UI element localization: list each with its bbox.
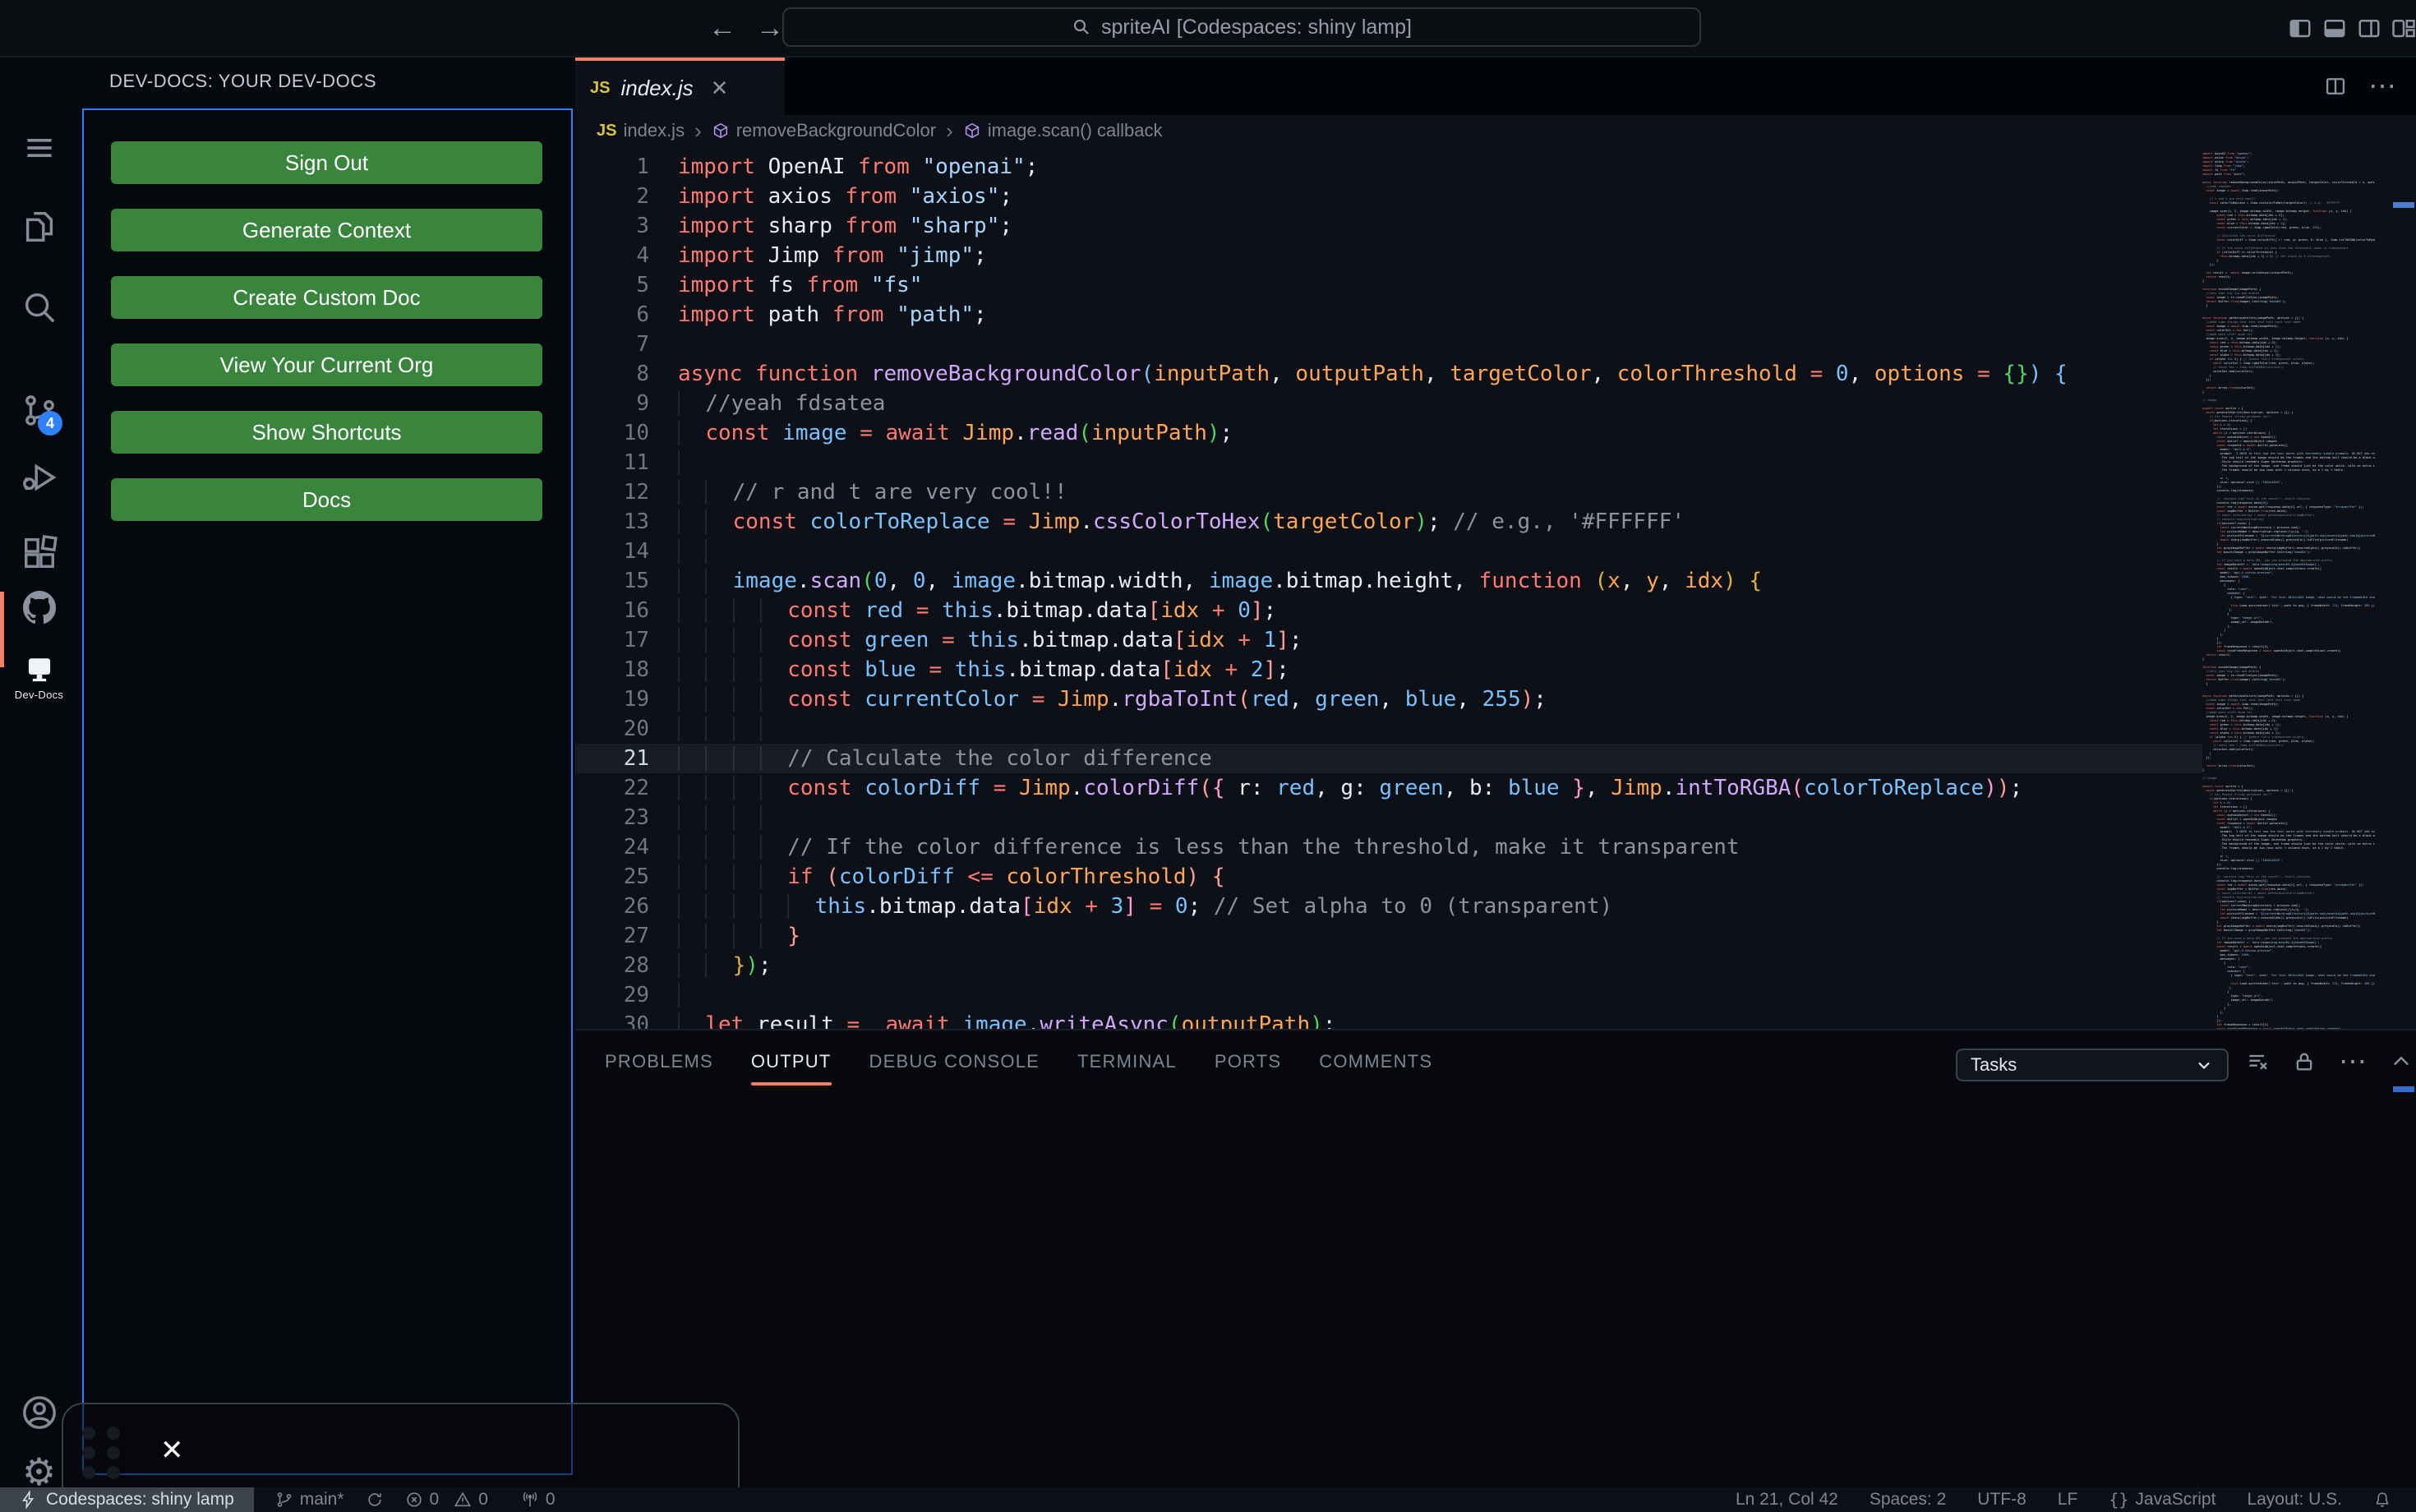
problems-status[interactable]: 0 0 <box>405 1490 488 1510</box>
braces-icon: {} <box>2109 1490 2129 1510</box>
toggle-sidebar-icon[interactable] <box>2288 16 2312 40</box>
github-icon[interactable] <box>0 588 78 627</box>
tab-output[interactable]: OUTPUT <box>750 1051 832 1086</box>
breadcrumb-symbol-function[interactable]: removeBackgroundColor <box>712 120 936 141</box>
sync-icon <box>367 1493 381 1506</box>
tab-problems[interactable]: PROBLEMS <box>605 1051 713 1072</box>
tab-debug-console[interactable]: DEBUG CONSOLE <box>869 1051 1040 1072</box>
status-bar: Codespaces: shiny lamp main* 0 0 0 Ln 21… <box>0 1487 2416 1512</box>
ports-status[interactable]: 0 <box>521 1490 556 1510</box>
generate-context-button[interactable]: Generate Context <box>111 209 542 251</box>
tab-ports[interactable]: PORTS <box>1215 1051 1281 1072</box>
split-editor-icon[interactable] <box>2324 75 2347 98</box>
close-icon[interactable]: ✕ <box>160 1434 184 1467</box>
activity-bar: 4 Dev-Docs ⚙ <box>0 58 78 1491</box>
toggle-secondary-sidebar-icon[interactable] <box>2357 16 2381 40</box>
command-center[interactable]: spriteAI [Codespaces: shiny lamp] <box>782 7 1701 47</box>
minimap[interactable]: import OpenAI from "openai"; import axios… <box>2202 146 2375 1029</box>
javascript-file-icon: JS <box>590 78 611 97</box>
toggle-panel-icon[interactable] <box>2322 16 2347 40</box>
breadcrumb-symbol-callback[interactable]: image.scan() callback <box>963 120 1163 141</box>
scm-badge: 4 <box>38 411 62 436</box>
search-sidebar-icon[interactable] <box>0 288 78 326</box>
bell-icon[interactable] <box>2373 1491 2391 1509</box>
bottom-panel: PROBLEMS OUTPUT DEBUG CONSOLE TERMINAL P… <box>575 1029 2416 1487</box>
panel-more-actions-icon[interactable]: ⋯ <box>2339 1048 2367 1076</box>
dev-docs-label: Dev-Docs <box>14 689 64 701</box>
branch-status[interactable]: main* <box>275 1490 344 1510</box>
title-bar: ← → spriteAI [Codespaces: shiny lamp] <box>0 0 2416 58</box>
indentation[interactable]: Spaces: 2 <box>1870 1490 1946 1510</box>
symbol-method-icon <box>963 122 981 140</box>
tab-index-js[interactable]: JS index.js ✕ <box>575 58 785 115</box>
cursor-position[interactable]: Ln 21, Col 42 <box>1736 1490 1838 1510</box>
lock-icon[interactable] <box>2293 1050 2316 1073</box>
remote-indicator[interactable]: Codespaces: shiny lamp <box>0 1487 254 1512</box>
tab-close-icon[interactable]: ✕ <box>711 76 729 101</box>
customize-layout-icon[interactable] <box>2391 16 2416 40</box>
chevron-down-icon <box>2198 1062 2210 1070</box>
keyboard-layout[interactable]: Layout: U.S. <box>2247 1490 2342 1510</box>
javascript-file-icon: JS <box>597 121 617 140</box>
language-mode[interactable]: {} JavaScript <box>2109 1490 2215 1510</box>
tab-label: index.js <box>620 75 694 100</box>
output-channel-select[interactable]: Tasks <box>1956 1049 2229 1081</box>
overview-ruler-cursor-mark <box>2393 202 2414 208</box>
breadcrumb: JS index.js › removeBackgroundColor › im… <box>575 115 2416 146</box>
code-lines[interactable]: 1 import OpenAI from "openai"; 2 import axi… <box>575 146 2202 1029</box>
git-branch-icon <box>277 1492 292 1507</box>
search-icon <box>1072 17 1091 37</box>
remote-icon <box>21 1491 35 1509</box>
error-icon <box>406 1492 422 1507</box>
editor-tab-bar: JS index.js ✕ ⋯ <box>575 58 2416 115</box>
docs-button[interactable]: Docs <box>111 478 542 521</box>
breadcrumb-file[interactable]: JS index.js <box>597 120 685 141</box>
explorer-icon[interactable] <box>0 208 78 246</box>
symbol-method-icon <box>712 122 730 140</box>
clear-output-icon[interactable] <box>2247 1050 2270 1073</box>
create-custom-doc-button[interactable]: Create Custom Doc <box>111 276 542 319</box>
eol-sequence[interactable]: LF <box>2058 1490 2078 1510</box>
show-shortcuts-button[interactable]: Show Shortcuts <box>111 411 542 454</box>
vscode-window: ← → spriteAI [Codespaces: shiny lamp] 4 … <box>0 0 2416 1512</box>
chevron-right-icon: › <box>694 118 702 143</box>
sidebar-title: DEV-DOCS: YOUR DEV-DOCS <box>109 71 377 91</box>
warning-icon <box>454 1491 472 1507</box>
broadcast-icon <box>523 1491 537 1507</box>
tab-comments[interactable]: COMMENTS <box>1319 1051 1432 1072</box>
chevron-right-icon: › <box>946 118 953 143</box>
sidebar: DEV-DOCS: YOUR DEV-DOCS Sign Out Generat… <box>78 58 575 1487</box>
menu-icon[interactable] <box>0 130 78 166</box>
panel-scroll-decoration <box>2393 1086 2414 1092</box>
back-icon[interactable]: ← <box>708 12 736 44</box>
extensions-icon[interactable] <box>0 534 78 572</box>
sign-out-button[interactable]: Sign Out <box>111 141 542 184</box>
view-current-org-button[interactable]: View Your Current Org <box>111 343 542 386</box>
sync-status[interactable] <box>366 1491 384 1509</box>
tab-terminal[interactable]: TERMINAL <box>1077 1051 1177 1072</box>
command-center-text: spriteAI [Codespaces: shiny lamp] <box>1101 15 1412 39</box>
sidebar-item-dev-docs[interactable]: Dev-Docs <box>0 656 78 701</box>
dev-docs-webview: Sign Out Generate Context Create Custom … <box>82 108 573 1475</box>
encoding[interactable]: UTF-8 <box>1977 1490 2026 1510</box>
source-control-icon[interactable]: 4 <box>0 391 78 436</box>
maximize-panel-icon[interactable] <box>2390 1050 2413 1073</box>
run-debug-icon[interactable] <box>0 459 78 496</box>
forward-icon[interactable]: → <box>756 12 784 44</box>
editor-more-actions-icon[interactable]: ⋯ <box>2368 72 2396 100</box>
